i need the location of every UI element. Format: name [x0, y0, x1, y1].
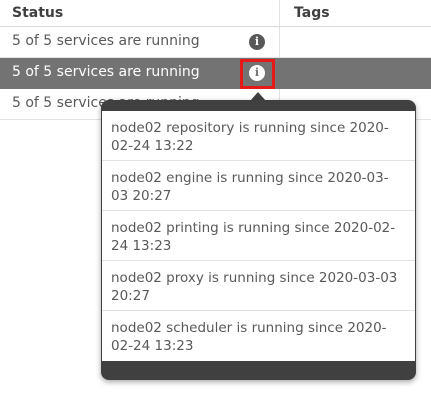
page: Status Tags 5 of 5 services are running …	[0, 0, 431, 394]
column-header-tags[interactable]: Tags	[294, 5, 330, 21]
column-header-status[interactable]: Status	[12, 5, 63, 21]
list-item: node02 scheduler is running since 2020-0…	[111, 320, 387, 354]
table-row[interactable]: 5 of 5 services are running i	[0, 27, 431, 58]
services-popover: node02 repository is running since 2020-…	[101, 100, 416, 380]
list-item: node02 repository is running since 2020-…	[102, 111, 415, 161]
table-header-row: Status Tags	[0, 0, 431, 27]
column-divider	[279, 0, 280, 26]
table-row-selected[interactable]: 5 of 5 services are running i	[0, 58, 431, 89]
info-icon-highlight	[240, 59, 275, 89]
status-cell: 5 of 5 services are running	[12, 64, 200, 80]
info-icon[interactable]: i	[249, 34, 265, 50]
list-item: node02 engine is running since 2020-03-0…	[102, 161, 415, 211]
list-item: node02 proxy is running since 2020-03-03…	[102, 261, 415, 311]
list-item: node02 printing is running since 2020-02…	[102, 211, 415, 261]
services-list: node02 repository is running since 2020-…	[102, 111, 415, 361]
column-divider	[279, 27, 280, 57]
status-cell: 5 of 5 services are running	[12, 33, 200, 49]
